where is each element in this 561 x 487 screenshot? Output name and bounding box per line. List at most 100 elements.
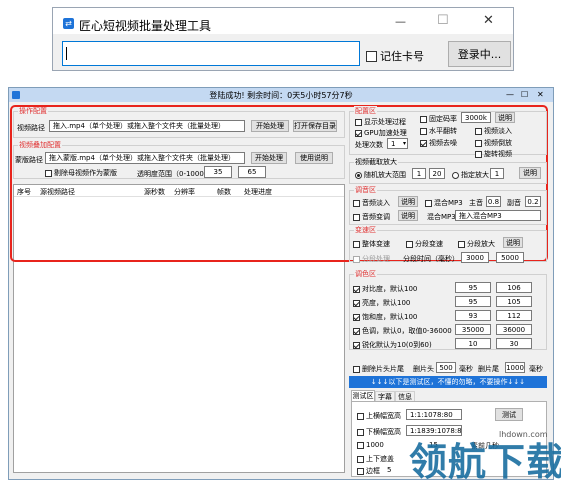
segment-enlarge-checkbox[interactable]: 分段放大 xyxy=(458,239,495,249)
bottom-banner-checkbox[interactable]: 下横幅宽高 xyxy=(357,427,401,437)
brightness-min-input[interactable]: 95 xyxy=(455,296,491,307)
h-flip-label: 水平翻转 xyxy=(429,127,457,135)
fixed-bitrate-label: 固定码率 xyxy=(429,115,457,123)
audio-fade-in-help-button[interactable]: 说明 xyxy=(398,196,418,207)
audio-pitch-label: 音频变调 xyxy=(362,213,390,221)
audio-pitch-box xyxy=(353,213,360,221)
count-value: 1 xyxy=(391,139,396,148)
contrast-checkbox[interactable]: 对比度，默认100 xyxy=(353,284,417,294)
mix-mp3-path-input[interactable]: 拖入混合MP3 xyxy=(455,210,541,221)
bitrate-help-button[interactable]: 说明 xyxy=(495,112,515,123)
mix-mp3-checkbox-label: 混合MP3 xyxy=(434,199,463,207)
random-enlarge-radio[interactable]: 随机放大范围 xyxy=(355,170,406,180)
hue-checkbox[interactable]: 色调，默认0，取值0-36000 xyxy=(353,326,452,336)
top-banner-checkbox[interactable]: 上横幅宽高 xyxy=(357,411,401,421)
random-min-input[interactable]: 1 xyxy=(412,168,426,179)
brightness-max-input[interactable]: 105 xyxy=(496,296,532,307)
speed-help-button[interactable]: 说明 xyxy=(503,237,523,248)
h-flip-checkbox[interactable]: 水平翻转 xyxy=(420,126,457,136)
fixed-enlarge-radio[interactable]: 指定放大 xyxy=(452,170,489,180)
segment-process-box xyxy=(353,255,360,263)
main-window: 登陆成功! 剩余时间：0天5小时57分7秒 — ☐ ✕ 操作配置 视频路径 拖入… xyxy=(8,87,561,484)
random-max-input[interactable]: 20 xyxy=(429,168,445,179)
fixed-enlarge-input[interactable]: 1 xyxy=(490,168,504,179)
gpu-checkbox[interactable]: GPU加速处理 xyxy=(355,128,407,138)
login-button[interactable]: 登录中... xyxy=(448,41,511,67)
global-speed-label: 整体变速 xyxy=(362,240,390,248)
close-icon[interactable]: ✕ xyxy=(483,13,494,28)
login-window-title: 匠心短视频批量处理工具 xyxy=(79,19,212,33)
maximize-icon[interactable]: ☐ xyxy=(437,13,449,28)
contrast-min-input[interactable]: 95 xyxy=(455,282,491,293)
row3-checkbox[interactable]: 1000 xyxy=(357,441,384,449)
cover-checkbox[interactable]: 上下遮盖 xyxy=(357,454,394,464)
hue-min-input[interactable]: 35000 xyxy=(455,324,491,335)
mix-mp3-checkbox[interactable]: 混合MP3 xyxy=(425,198,463,208)
sharpen-checkbox[interactable]: 锐化默认为10(0到60) xyxy=(353,340,432,350)
remember-card-label: 记住卡号 xyxy=(380,50,424,63)
denoise-checkbox[interactable]: 视频去噪 xyxy=(420,138,457,148)
login-window: ⇄ 匠心短视频批量处理工具 — ☐ ✕ 记住卡号 登录中... xyxy=(52,7,514,71)
main-close-icon[interactable]: ✕ xyxy=(537,90,547,99)
main-minimize-icon[interactable]: — xyxy=(506,90,516,99)
audio-pitch-checkbox[interactable]: 音频变调 xyxy=(353,212,390,222)
app-logo-icon: ⇄ xyxy=(63,18,74,29)
watermark-brand: 领航下载 xyxy=(409,440,561,484)
tail-trim-input[interactable]: 1000 xyxy=(505,362,525,373)
count-select[interactable]: 1 ▾ xyxy=(387,138,408,149)
enlarge-help-button[interactable]: 说明 xyxy=(519,167,541,179)
sub-volume-input[interactable]: 0.2 xyxy=(525,196,541,207)
segment-speed-label: 分段变速 xyxy=(415,240,443,248)
login-status-title: 登陆成功! 剩余时间：0天5小时57分7秒 xyxy=(209,91,353,100)
contrast-max-input[interactable]: 106 xyxy=(496,282,532,293)
main-maximize-icon[interactable]: ☐ xyxy=(521,90,531,99)
bitrate-input[interactable]: 3000k xyxy=(461,112,491,123)
sharpen-min-input[interactable]: 10 xyxy=(455,338,491,349)
audio-fade-in-checkbox[interactable]: 音频淡入 xyxy=(353,198,390,208)
reverse-checkbox[interactable]: 视频倒放 xyxy=(475,138,512,148)
tab-info[interactable]: 信息 xyxy=(395,391,415,401)
rotate-checkbox[interactable]: 旋转视频 xyxy=(475,149,512,159)
row3-label: 1000 xyxy=(366,441,384,449)
saturation-max-input[interactable]: 112 xyxy=(496,310,532,321)
show-process-checkbox[interactable]: 显示处理过程 xyxy=(355,117,406,127)
global-speed-checkbox[interactable]: 整体变速 xyxy=(353,239,390,249)
head-trim-input[interactable]: 500 xyxy=(436,362,456,373)
segment-min-input[interactable]: 3000 xyxy=(461,252,489,263)
fixed-bitrate-checkbox[interactable]: 固定码率 xyxy=(420,114,457,124)
rotate-box xyxy=(475,150,482,158)
top-banner-label: 上横幅宽高 xyxy=(366,412,401,420)
sharpen-max-input[interactable]: 30 xyxy=(496,338,532,349)
card-number-input[interactable] xyxy=(62,41,360,66)
border-checkbox[interactable]: 边框 xyxy=(357,466,380,476)
hue-label: 色调，默认0，取值0-36000 xyxy=(362,327,452,335)
segment-speed-checkbox[interactable]: 分段变速 xyxy=(406,239,443,249)
saturation-checkbox[interactable]: 饱和度，默认100 xyxy=(353,312,417,322)
sharpen-box xyxy=(353,341,360,349)
main-volume-input[interactable]: 0.8 xyxy=(486,196,501,207)
segment-process-checkbox: 分段处理 xyxy=(353,254,390,264)
cover-label: 上下遮盖 xyxy=(366,455,394,463)
audio-fade-in-label: 音频淡入 xyxy=(362,199,390,207)
audio-title: 调音区 xyxy=(354,185,377,195)
trim-checkbox[interactable]: 删除片头片尾 xyxy=(353,364,404,374)
hue-max-input[interactable]: 36000 xyxy=(496,324,532,335)
test-button[interactable]: 测试 xyxy=(495,408,523,421)
random-enlarge-radio-dot xyxy=(355,171,362,179)
text-caret xyxy=(66,47,67,60)
segment-max-input[interactable]: 5000 xyxy=(496,252,524,263)
saturation-label: 饱和度，默认100 xyxy=(362,313,418,321)
saturation-min-input[interactable]: 93 xyxy=(455,310,491,321)
remember-card-checkbox[interactable]: 记住卡号 xyxy=(366,48,424,64)
tab-test[interactable]: 测试区 xyxy=(351,390,375,401)
video-fade-in-box xyxy=(475,127,482,135)
audio-pitch-help-button[interactable]: 说明 xyxy=(398,210,418,221)
brightness-checkbox[interactable]: 亮度，默认100 xyxy=(353,298,410,308)
minimize-icon[interactable]: — xyxy=(395,15,406,28)
fixed-enlarge-label: 指定放大 xyxy=(461,171,489,179)
video-fade-in-checkbox[interactable]: 视频淡入 xyxy=(475,126,512,136)
count-label: 处理次数 xyxy=(355,141,383,149)
tab-subtitle[interactable]: 字幕 xyxy=(375,391,395,401)
top-banner-input[interactable]: 1:1:1078:80 xyxy=(406,409,462,420)
speed-title: 变速区 xyxy=(354,225,377,235)
